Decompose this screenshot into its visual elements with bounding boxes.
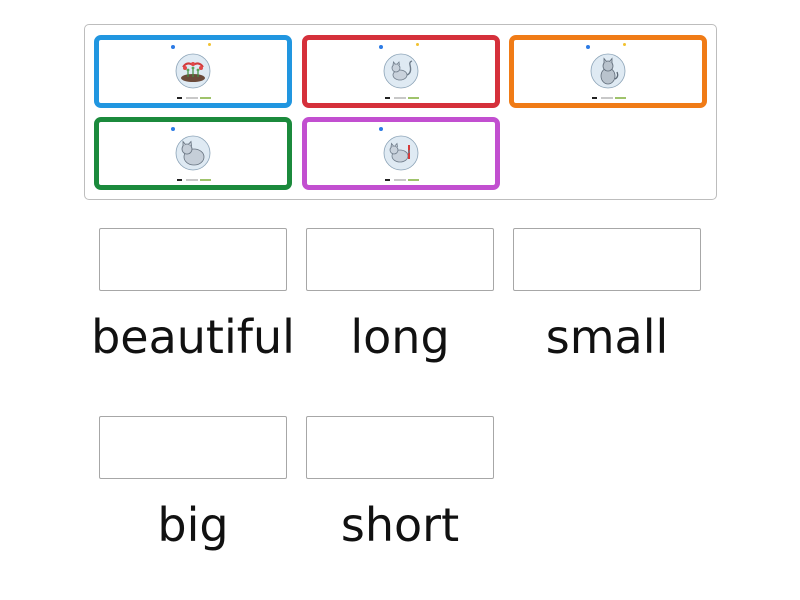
card-long-tail-cat[interactable]	[302, 35, 500, 108]
card-footer-mark	[385, 179, 421, 182]
drop-slot-small[interactable]	[513, 228, 701, 291]
card-flowers[interactable]	[94, 35, 292, 108]
card-short-tail-cat[interactable]	[302, 117, 500, 190]
card-marker-dot	[171, 127, 175, 131]
card-marker-dot	[379, 127, 383, 131]
drop-slot-short[interactable]	[306, 416, 494, 479]
drop-slot-big[interactable]	[99, 416, 287, 479]
target-label-big: big	[157, 498, 229, 552]
card-marker-dot	[171, 45, 175, 49]
cat-big-icon	[175, 135, 211, 170]
drop-slot-long[interactable]	[306, 228, 494, 291]
card-big-cat[interactable]	[94, 117, 292, 190]
card-marker-dot	[586, 45, 590, 49]
drop-slot-beautiful[interactable]	[99, 228, 287, 291]
cat-long-tail-icon	[383, 53, 419, 88]
card-footer-mark	[592, 97, 628, 100]
target-label-small: small	[545, 310, 669, 364]
card-marker-dot	[416, 43, 419, 46]
card-sitting-cat[interactable]	[509, 35, 707, 108]
card-footer-mark	[385, 97, 421, 100]
cat-sitting-icon	[590, 53, 626, 88]
target-label-beautiful: beautiful	[91, 310, 295, 364]
card-marker-dot	[623, 43, 626, 46]
flowers-icon	[175, 53, 211, 88]
target-label-short: short	[340, 498, 460, 552]
card-marker-dot	[208, 43, 211, 46]
card-footer-mark	[177, 97, 213, 100]
cat-short-tail-icon	[383, 135, 419, 170]
card-footer-mark	[177, 179, 213, 182]
card-marker-dot	[379, 45, 383, 49]
target-label-long: long	[350, 310, 450, 364]
card-bank	[84, 24, 717, 200]
